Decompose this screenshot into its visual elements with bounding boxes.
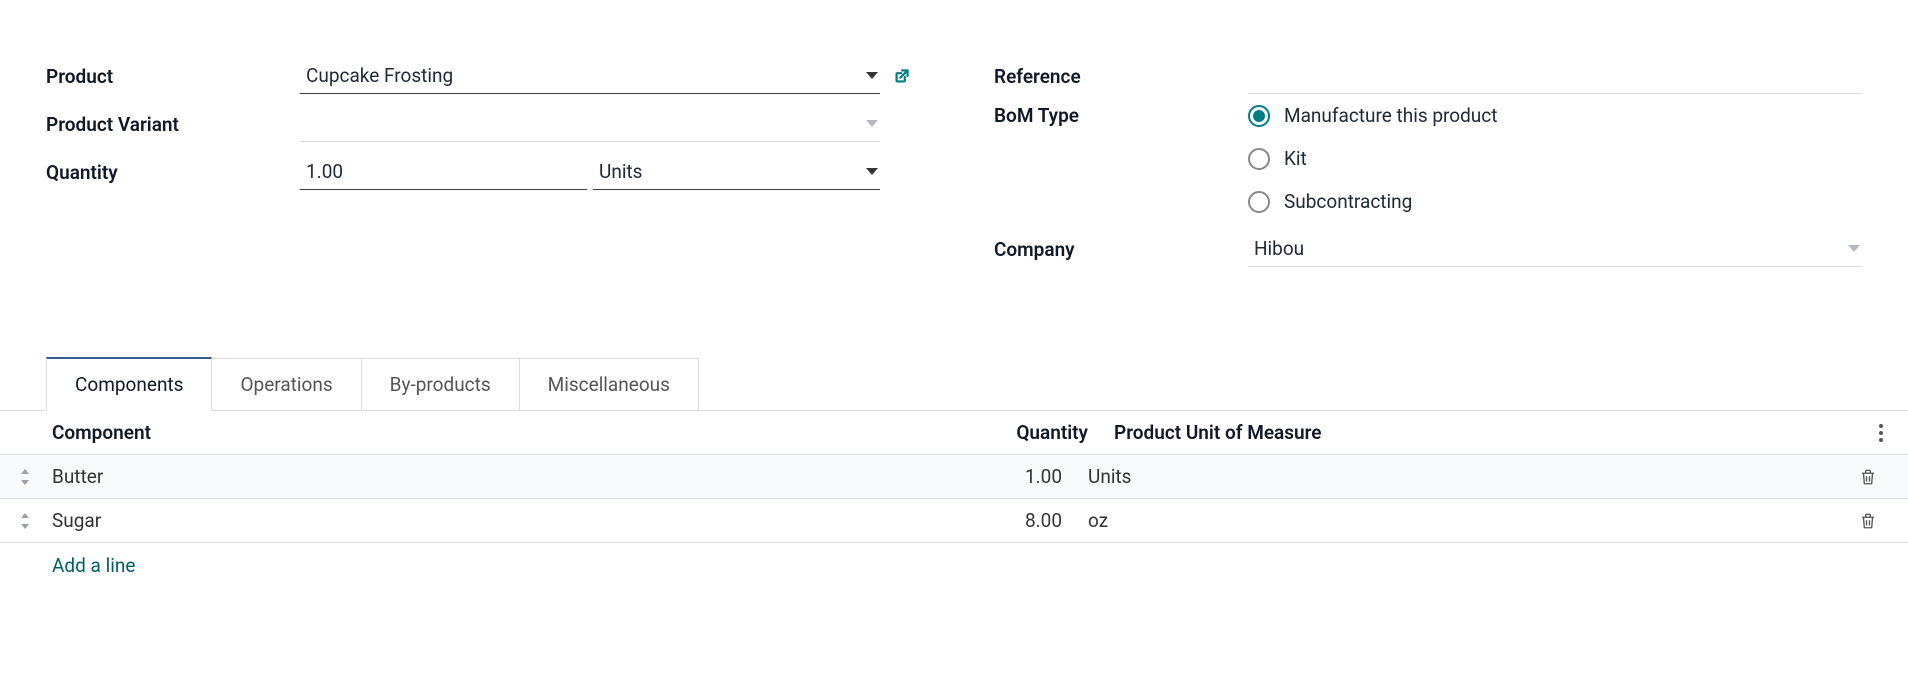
cell-quantity: 8.00: [908, 509, 1078, 532]
tab-strip: Components Operations By-products Miscel…: [46, 357, 1862, 411]
left-column: Product Cupcake Frosting Product V: [46, 52, 914, 273]
bomtype-field: Manufacture this product Kit Subcontract…: [1248, 100, 1862, 213]
radio-kit[interactable]: Kit: [1248, 147, 1497, 170]
variant-field-wrap: [300, 106, 914, 142]
radio-icon: [1248, 191, 1270, 213]
product-value: Cupcake Frosting: [306, 64, 453, 87]
kebab-icon: [1879, 424, 1883, 442]
right-column: Reference BoM Type Manufacture this prod…: [994, 52, 1862, 273]
tab-operations[interactable]: Operations: [212, 358, 361, 411]
variant-label: Product Variant: [46, 113, 286, 136]
quantity-field-wrap: 1.00 Units: [300, 154, 914, 190]
product-field-wrap: Cupcake Frosting: [300, 58, 914, 94]
company-field-wrap: Hibou: [1248, 231, 1862, 267]
bom-form: Product Cupcake Frosting Product V: [0, 0, 1908, 587]
add-line-row[interactable]: Add a line: [0, 543, 1908, 587]
quantity-label: Quantity: [46, 161, 286, 184]
radio-icon: [1248, 105, 1270, 127]
header-options[interactable]: [1864, 424, 1898, 442]
tab-byproducts[interactable]: By-products: [362, 358, 520, 411]
cell-uom: oz: [1078, 509, 1838, 532]
radio-subcontracting[interactable]: Subcontracting: [1248, 190, 1497, 213]
radio-icon: [1248, 148, 1270, 170]
header-uom: Product Unit of Measure: [1104, 421, 1864, 444]
cell-quantity: 1.00: [908, 465, 1078, 488]
uom-select[interactable]: Units: [593, 154, 880, 190]
table-row[interactable]: Sugar 8.00 oz: [0, 499, 1908, 543]
uom-value: Units: [599, 160, 642, 183]
company-row: Company Hibou: [994, 225, 1862, 273]
chevron-down-icon: [866, 168, 878, 175]
reference-row: Reference: [994, 52, 1862, 100]
company-label: Company: [994, 238, 1234, 261]
radio-subcontracting-label: Subcontracting: [1284, 190, 1412, 213]
quantity-row: Quantity 1.00 Units: [46, 148, 914, 196]
quantity-value: 1.00: [306, 160, 343, 183]
cell-uom: Units: [1078, 465, 1838, 488]
reference-input[interactable]: [1248, 58, 1862, 94]
quantity-input[interactable]: 1.00: [300, 154, 587, 190]
drag-handle-icon[interactable]: [0, 469, 50, 485]
chevron-down-icon: [866, 72, 878, 79]
chevron-down-icon: [866, 120, 878, 127]
header-component: Component: [50, 421, 934, 444]
delete-row-button[interactable]: [1838, 511, 1898, 531]
tabs: Components Operations By-products Miscel…: [46, 357, 1862, 411]
tab-components[interactable]: Components: [46, 357, 212, 411]
tab-miscellaneous[interactable]: Miscellaneous: [520, 358, 699, 411]
drag-handle-icon[interactable]: [0, 513, 50, 529]
bomtype-radios: Manufacture this product Kit Subcontract…: [1248, 100, 1497, 213]
reference-label: Reference: [994, 65, 1234, 88]
cell-component: Sugar: [50, 509, 908, 532]
header-quantity: Quantity: [934, 421, 1104, 444]
company-value: Hibou: [1254, 237, 1304, 260]
components-table: Component Quantity Product Unit of Measu…: [0, 411, 1908, 587]
product-select[interactable]: Cupcake Frosting: [300, 58, 880, 94]
external-link-icon[interactable]: [892, 64, 914, 86]
product-label: Product: [46, 65, 286, 88]
variant-row: Product Variant: [46, 100, 914, 148]
company-select[interactable]: Hibou: [1248, 231, 1862, 267]
delete-row-button[interactable]: [1838, 467, 1898, 487]
form-grid: Product Cupcake Frosting Product V: [46, 52, 1862, 273]
table-row[interactable]: Butter 1.00 Units: [0, 455, 1908, 499]
chevron-down-icon: [1848, 245, 1860, 252]
table-header: Component Quantity Product Unit of Measu…: [0, 411, 1908, 455]
add-line-link[interactable]: Add a line: [50, 554, 1898, 577]
product-row: Product Cupcake Frosting: [46, 52, 914, 100]
reference-field-wrap: [1248, 58, 1862, 94]
radio-manufacture[interactable]: Manufacture this product: [1248, 104, 1497, 127]
cell-component: Butter: [50, 465, 908, 488]
radio-kit-label: Kit: [1284, 147, 1307, 170]
bomtype-label: BoM Type: [994, 100, 1234, 127]
bomtype-row: BoM Type Manufacture this product Kit: [994, 100, 1862, 213]
variant-select[interactable]: [300, 106, 880, 142]
radio-manufacture-label: Manufacture this product: [1284, 104, 1497, 127]
